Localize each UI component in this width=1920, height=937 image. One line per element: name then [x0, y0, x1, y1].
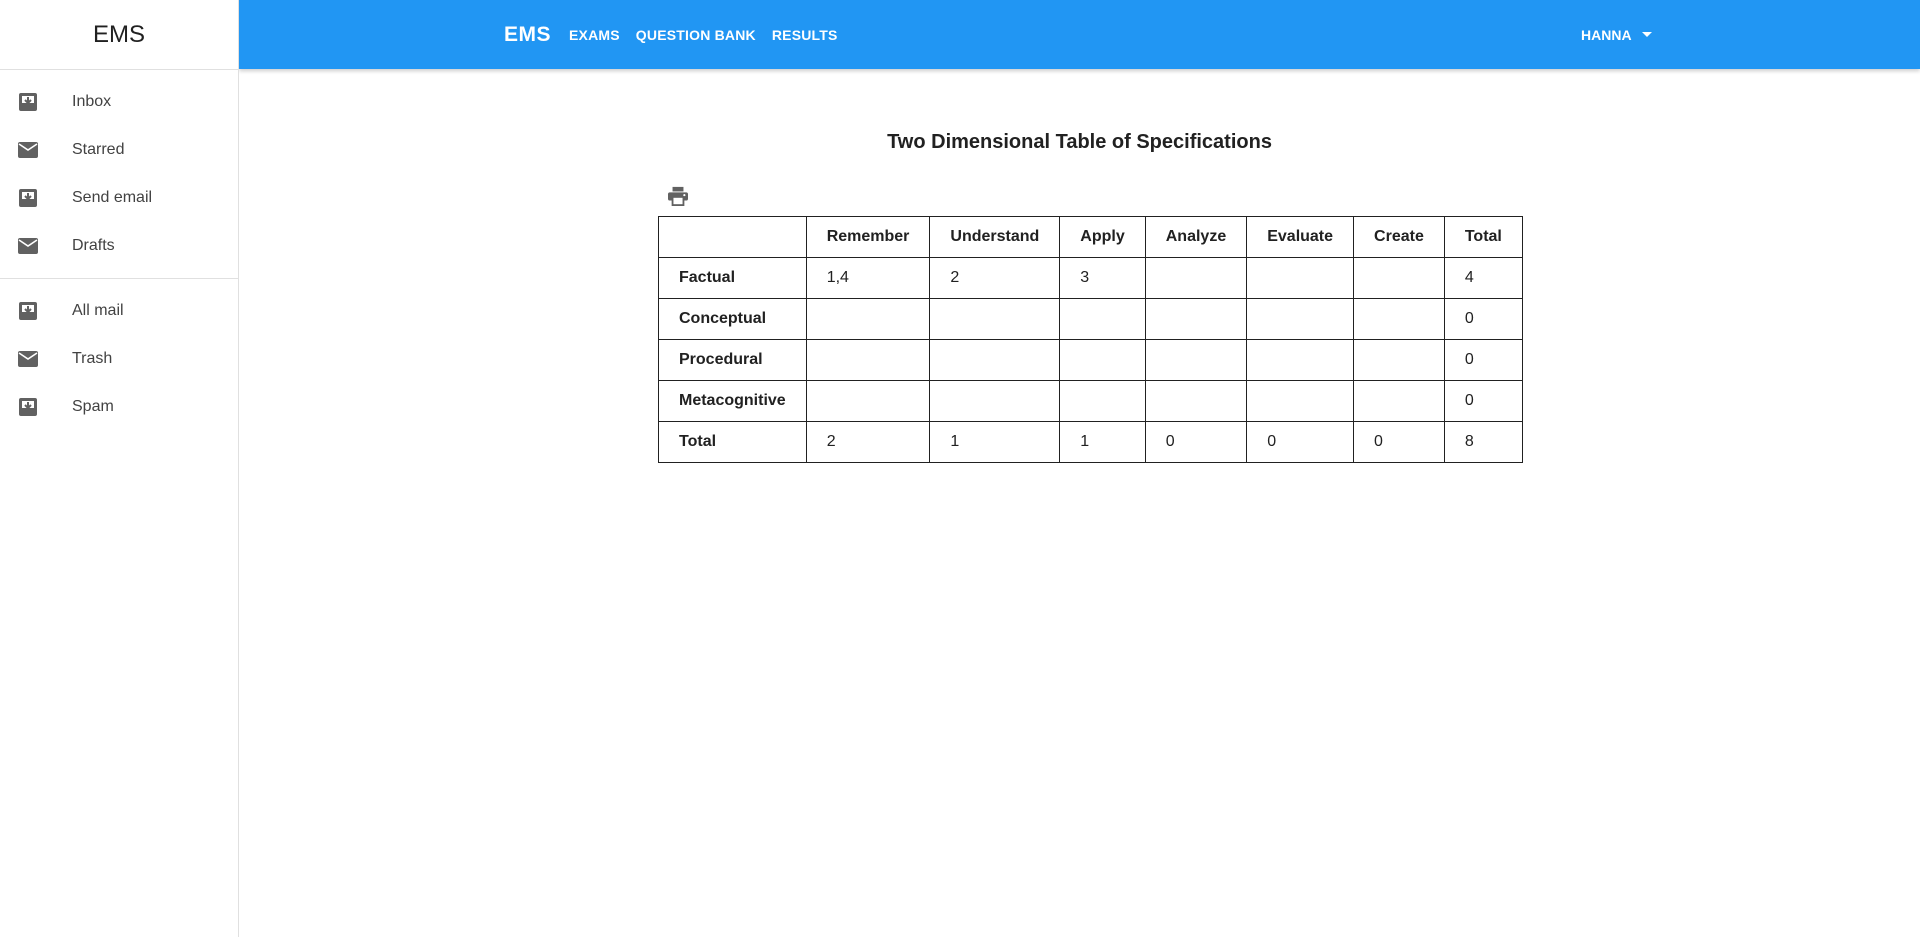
table-cell: 0 [1246, 421, 1355, 463]
column-header: Analyze [1144, 216, 1248, 258]
table-cell [929, 339, 1061, 381]
table-cell [1059, 380, 1146, 422]
table-row: Factual 1,4 2 3 4 [658, 257, 1523, 299]
drawer-item-starred[interactable]: Starred [0, 126, 238, 174]
table-cell [1144, 380, 1248, 422]
table-cell: 3 [1059, 257, 1146, 299]
drawer-item-label: Drafts [72, 237, 115, 254]
user-menu[interactable]: HANNA [1581, 0, 1652, 69]
nav-results[interactable]: RESULTS [772, 27, 838, 43]
row-header: Metacognitive [658, 380, 807, 422]
table-cell: 2 [929, 257, 1061, 299]
drawer-list: Inbox Starred Send email Drafts [0, 70, 238, 278]
inbox-icon [16, 186, 40, 210]
table-row: Metacognitive 0 [658, 380, 1523, 422]
table-cell: 1 [1059, 421, 1146, 463]
table-cell [1246, 380, 1355, 422]
drawer-item-label: Spam [72, 398, 114, 415]
inbox-icon [16, 395, 40, 419]
drawer-list: All mail Trash Spam [0, 279, 238, 439]
print-icon[interactable] [664, 184, 692, 208]
inbox-icon [16, 299, 40, 323]
table-cell [1353, 257, 1445, 299]
specification-table: Remember Understand Apply Analyze Evaluate Cr… [658, 216, 1523, 463]
column-header: Create [1353, 216, 1445, 258]
table-cell [1246, 298, 1355, 340]
drawer-item-spam[interactable]: Spam [0, 383, 238, 431]
table-cell: 1 [929, 421, 1061, 463]
table-cell [1144, 298, 1248, 340]
mail-icon [16, 234, 40, 258]
table-cell: 8 [1443, 421, 1523, 463]
table-cell [1353, 339, 1445, 381]
brand-logo[interactable]: EMS [504, 0, 551, 69]
table-cell: 0 [1443, 298, 1523, 340]
column-header: Remember [805, 216, 931, 258]
table-cell [1059, 339, 1146, 381]
table-cell: 4 [1443, 257, 1523, 299]
table-cell [1059, 298, 1146, 340]
table-cell [805, 380, 931, 422]
drawer-item-all-mail[interactable]: All mail [0, 287, 238, 335]
user-name: HANNA [1581, 26, 1632, 43]
table-cell [1353, 380, 1445, 422]
mail-icon [16, 347, 40, 371]
top-nav: EXAMS QUESTION BANK RESULTS [569, 0, 854, 69]
inbox-icon [16, 90, 40, 114]
table-cell: 0 [1144, 421, 1248, 463]
drawer-item-drafts[interactable]: Drafts [0, 222, 238, 270]
table-cell: 1,4 [805, 257, 931, 299]
navigation-drawer: EMS Inbox Starred Send email Drafts All mail… [0, 0, 239, 937]
drawer-item-label: Starred [72, 141, 125, 158]
table-cell [1144, 257, 1248, 299]
column-header: Evaluate [1246, 216, 1355, 258]
nav-exams[interactable]: EXAMS [569, 27, 620, 43]
drawer-lists: Inbox Starred Send email Drafts All mail Tras… [0, 70, 238, 439]
table-cell [929, 298, 1061, 340]
row-header: Procedural [658, 339, 807, 381]
row-header: Total [658, 421, 807, 463]
drawer-item-label: All mail [72, 302, 124, 319]
column-header: Apply [1059, 216, 1146, 258]
table-cell [1246, 339, 1355, 381]
table-cell [1353, 298, 1445, 340]
table-cell [1144, 339, 1248, 381]
table-cell: 0 [1443, 339, 1523, 381]
row-header: Factual [658, 257, 807, 299]
table-cell [805, 298, 931, 340]
table-cell [929, 380, 1061, 422]
table-cell [805, 339, 931, 381]
drawer-item-label: Trash [72, 350, 113, 367]
app-bar: EMS EXAMS QUESTION BANK RESULTS HANNA [239, 0, 1920, 69]
column-header: Understand [929, 216, 1061, 258]
table-body: Factual 1,4 2 3 4 Conceptual 0 Procedural 0 Metac… [658, 257, 1523, 463]
nav-question-bank[interactable]: QUESTION BANK [636, 27, 756, 43]
column-header [658, 216, 807, 258]
row-header: Conceptual [658, 298, 807, 340]
drawer-item-trash[interactable]: Trash [0, 335, 238, 383]
table-header: Remember Understand Apply Analyze Evaluate Cr… [658, 216, 1523, 258]
drawer-title: EMS [0, 0, 238, 70]
chevron-down-icon [1641, 31, 1652, 38]
mail-icon [16, 138, 40, 162]
table-cell: 0 [1443, 380, 1523, 422]
table-row: Procedural 0 [658, 339, 1523, 381]
drawer-item-label: Inbox [72, 93, 112, 110]
table-cell: 0 [1353, 421, 1445, 463]
drawer-item-inbox[interactable]: Inbox [0, 78, 238, 126]
main-content: Two Dimensional Table of Specifications … [239, 69, 1920, 937]
table-header-row: Remember Understand Apply Analyze Evaluate Cr… [658, 216, 1523, 258]
table-cell [1246, 257, 1355, 299]
drawer-item-send-email[interactable]: Send email [0, 174, 238, 222]
table-row: Conceptual 0 [658, 298, 1523, 340]
drawer-item-label: Send email [72, 189, 153, 206]
page-title: Two Dimensional Table of Specifications [887, 131, 1272, 153]
table-cell: 2 [805, 421, 931, 463]
table-row: Total 2 1 1 0 0 0 8 [658, 421, 1523, 463]
column-header: Total [1443, 216, 1523, 258]
